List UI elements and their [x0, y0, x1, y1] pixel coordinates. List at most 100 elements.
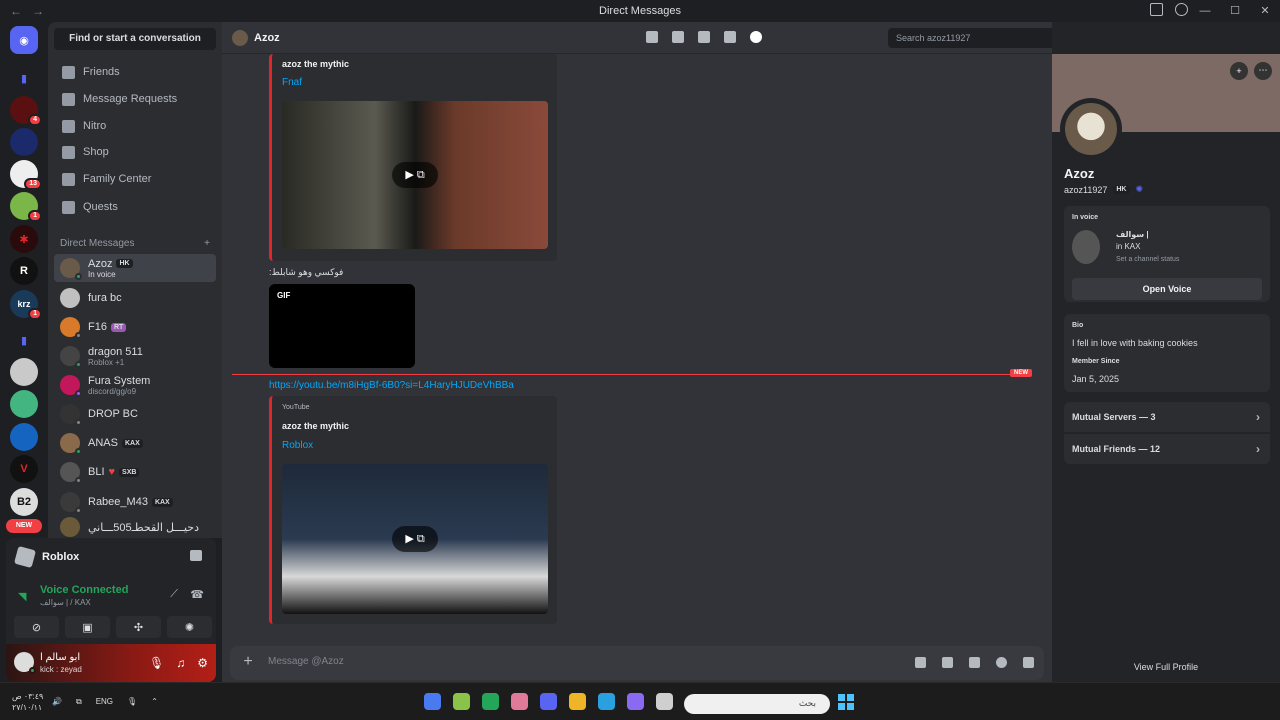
server-icon[interactable]	[10, 423, 38, 451]
noise-suppression-icon[interactable]: ⟋	[170, 588, 178, 601]
dm-item[interactable]: Fura System discord/gg/o9	[54, 371, 216, 399]
dm-item[interactable]: BLI ♥ SXB	[54, 458, 216, 486]
nav-message-requests[interactable]: Message Requests	[54, 86, 216, 112]
add-friends-icon[interactable]	[724, 31, 736, 43]
server-icon[interactable]: B2	[10, 488, 38, 516]
embed-title[interactable]: Fnaf	[282, 77, 302, 88]
dm-item[interactable]: دحيـــل القحطـ505ـــاني	[54, 517, 216, 537]
gear-icon[interactable]: ⚙	[197, 656, 208, 670]
server-icon[interactable]	[10, 128, 38, 156]
badge-icon: ✺	[1135, 184, 1144, 194]
camera-button[interactable]: ⊘	[14, 616, 59, 638]
dm-item[interactable]: DROP BC	[54, 400, 216, 428]
dm-item[interactable]: Azoz HK In voice	[54, 254, 216, 282]
app-icon[interactable]	[482, 693, 499, 710]
taskbar-search[interactable]: بحث	[684, 694, 830, 714]
user-profile-icon[interactable]	[750, 31, 762, 43]
message-link[interactable]: https://youtu.be/m8iHgBf-6B0?si=L4HaryHJ…	[269, 380, 514, 391]
inbox-icon[interactable]	[1150, 3, 1163, 16]
discord-icon[interactable]	[540, 693, 557, 710]
voice-call-icon[interactable]	[646, 31, 658, 43]
avatar[interactable]	[14, 652, 36, 674]
dm-item[interactable]: Rabee_M43 KAX	[54, 488, 216, 516]
edge-icon[interactable]	[598, 693, 615, 710]
emoji-icon[interactable]	[996, 657, 1007, 668]
volume-icon[interactable]: 🔊	[52, 697, 62, 707]
server-icon[interactable]: 1	[10, 192, 42, 222]
view-full-profile[interactable]: View Full Profile	[1052, 662, 1280, 672]
share-screen-button[interactable]: ▣	[65, 616, 110, 638]
chevron-up-icon[interactable]: ⌃	[151, 697, 158, 707]
channel-status[interactable]: Set a channel status	[1116, 256, 1179, 263]
dm-item[interactable]: ANAS KAX	[54, 429, 216, 457]
folder-icon[interactable]	[569, 693, 586, 710]
find-conversation-button[interactable]: Find or start a conversation	[54, 28, 216, 50]
voice-card: In voice سوالف | in KAX Set a channel st…	[1064, 206, 1270, 302]
nav-nitro[interactable]: Nitro	[54, 113, 216, 139]
server-icon[interactable]: V	[10, 455, 38, 483]
video-call-icon[interactable]	[672, 31, 684, 43]
minimize-button[interactable]: —	[1190, 0, 1220, 22]
nav-friends[interactable]: Friends	[54, 59, 216, 85]
more-icon[interactable]: ⋯	[1254, 62, 1272, 80]
sticker-icon[interactable]	[969, 657, 980, 668]
activities-button[interactable]: ✣	[116, 616, 161, 638]
maximize-button[interactable]: ☐	[1220, 0, 1250, 22]
add-friend-icon[interactable]: +	[1230, 62, 1248, 80]
server-icon[interactable]	[10, 390, 38, 418]
upload-plus-icon[interactable]: +	[238, 652, 258, 672]
mutual-servers[interactable]: Mutual Servers — 3 ›	[1064, 402, 1270, 432]
dm-item[interactable]: dragon 511 Roblox +1	[54, 342, 216, 370]
dm-item[interactable]: F16 RT	[54, 313, 216, 341]
server-icon[interactable]: R	[10, 257, 38, 285]
open-voice-button[interactable]: Open Voice	[1072, 278, 1262, 300]
clock[interactable]: ٠٣:٤٩ ص ٢٧/١٠/١١	[12, 691, 43, 713]
language-indicator[interactable]: ENG	[96, 697, 113, 707]
add-dm-icon[interactable]: +	[204, 238, 210, 249]
play-icon[interactable]: ▶ ⧉	[392, 162, 438, 188]
disconnect-icon[interactable]: ☎	[190, 588, 204, 601]
close-button[interactable]: ✕	[1250, 0, 1280, 22]
windows-start-icon[interactable]	[838, 694, 854, 710]
message-composer[interactable]: + Message @Azoz	[230, 646, 1044, 680]
app-icon[interactable]	[656, 693, 673, 710]
folder-icon[interactable]: ▮	[10, 326, 38, 354]
nav-shop[interactable]: Shop	[54, 139, 216, 165]
help-icon[interactable]	[1175, 3, 1188, 16]
new-unreads-pill[interactable]: NEW	[6, 519, 42, 533]
copilot-icon[interactable]	[627, 693, 644, 710]
mutual-friends[interactable]: Mutual Friends — 12 ›	[1064, 434, 1270, 464]
soundboard-button[interactable]: ✺	[167, 616, 212, 638]
profile-avatar[interactable]	[1060, 98, 1122, 160]
server-icon[interactable]: krz 1	[10, 290, 42, 320]
server-icon[interactable]	[10, 358, 38, 386]
gif-icon[interactable]	[942, 657, 953, 668]
folder-icon[interactable]: ▮	[10, 64, 38, 92]
play-icon[interactable]: ▶ ⧉	[392, 526, 438, 552]
profile-name: Azoz	[1064, 166, 1095, 181]
microphone-icon[interactable]: 🎙	[149, 656, 164, 670]
discord-home-icon[interactable]: ◉	[10, 26, 38, 54]
video-player[interactable]: ▶ ⧉	[282, 101, 548, 249]
app-icon[interactable]	[453, 693, 470, 710]
composer-placeholder[interactable]: Message @Azoz	[268, 656, 344, 667]
video-player[interactable]: ▶ ⧉	[282, 464, 548, 614]
nav-quests[interactable]: Quests	[54, 194, 216, 220]
gif-attachment[interactable]: GIF	[269, 284, 415, 368]
voice-channel[interactable]: سوالف | / KAX	[40, 598, 91, 607]
server-icon[interactable]: 4	[10, 96, 42, 126]
headphones-icon[interactable]: ♫	[176, 656, 185, 670]
nav-family-center[interactable]: Family Center	[54, 166, 216, 192]
app-icon[interactable]	[424, 693, 441, 710]
app-icon[interactable]	[511, 693, 528, 710]
dm-item[interactable]: fura bc	[54, 284, 216, 312]
gift-icon[interactable]	[915, 657, 926, 668]
server-icon[interactable]: 13	[10, 160, 42, 190]
apps-icon[interactable]	[1023, 657, 1034, 668]
microphone-icon[interactable]: 🎙	[127, 697, 137, 707]
pin-icon[interactable]	[698, 31, 710, 43]
embed-title[interactable]: Roblox	[282, 440, 313, 451]
server-icon[interactable]: ✱	[10, 225, 38, 253]
network-icon[interactable]: ⧉	[76, 697, 82, 707]
screen-share-icon[interactable]	[190, 550, 202, 561]
